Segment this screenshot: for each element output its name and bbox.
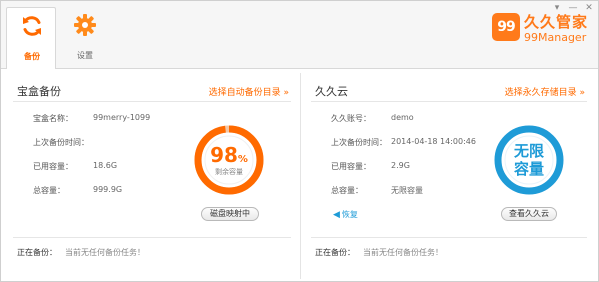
divider (13, 101, 291, 102)
panel-title: 久久云 (315, 85, 348, 98)
field-value: demo (391, 113, 414, 122)
logo-name-en: 99Manager (524, 31, 587, 44)
unlimited-capacity-gauge: 无限 容量 (493, 124, 565, 196)
field-label: 已用容量： (33, 162, 73, 171)
divider (311, 237, 587, 238)
remaining-capacity-label: 剩余容量 (215, 168, 243, 176)
field-value: 2014-04-18 14:00:46 (391, 137, 476, 146)
box-backup-panel: 宝盒备份 选择自动备份目录 » 宝盒名称： 99merry-1099 上次备份时… (9, 75, 295, 275)
percent-unit: % (237, 154, 248, 165)
unlimited-line2: 容量 (513, 160, 544, 178)
info-row-box-name: 宝盒名称： 99merry-1099 (33, 113, 203, 125)
field-value: 99merry-1099 (93, 113, 151, 122)
panel-title: 宝盒备份 (17, 85, 61, 98)
cloud-panel: 久久云 选择永久存储目录 » 久久账号： demo 上次备份时间： 2014-0… (307, 75, 591, 275)
app-logo: 99 久久管家 99Manager (492, 11, 588, 55)
info-row-account: 久久账号： demo (331, 113, 501, 125)
sync-icon (23, 16, 41, 36)
unlimited-line1: 无限 (513, 142, 544, 160)
logo-name-cn: 久久管家 (524, 13, 589, 31)
field-value: 18.6G (93, 161, 118, 170)
tab-settings[interactable]: 设置 (60, 7, 110, 63)
info-row-last-backup: 上次备份时间： 2014-04-18 14:00:46 (331, 137, 501, 149)
panel-divider (300, 73, 301, 279)
info-row-last-backup: 上次备份时间： (33, 137, 203, 149)
restore-label: 恢复 (341, 210, 358, 219)
info-row-used: 已用容量： 2.9G (331, 161, 501, 173)
tab-settings-label: 设置 (77, 51, 93, 60)
info-row-total: 总容量： 999.9G (33, 185, 203, 197)
status-label: 正在备份： (17, 248, 57, 257)
field-value: 999.9G (93, 185, 123, 194)
field-value: 无限容量 (391, 186, 423, 195)
disk-mapping-button[interactable]: 磁盘映射中 (201, 207, 259, 221)
remaining-percent-value: 98 (210, 143, 238, 167)
arrow-left-icon: ◀ (333, 210, 340, 220)
restore-link[interactable]: ◀ 恢复 (333, 209, 358, 220)
app-window: ▾ — ✕ 备份 设置 99 久久管家 99Manager 宝盒备份 选择自动备… (0, 0, 599, 282)
top-toolbar: ▾ — ✕ 备份 设置 99 久久管家 99Manager (1, 1, 598, 69)
field-label: 宝盒名称： (33, 114, 73, 123)
view-cloud-button[interactable]: 查看久久云 (501, 207, 557, 221)
backup-status: 正在备份： 当前无任何备份任务！ (17, 247, 145, 258)
status-value: 当前无任何备份任务！ (363, 248, 443, 257)
backup-status: 正在备份： 当前无任何备份任务！ (315, 247, 443, 258)
divider (13, 237, 291, 238)
field-label: 上次备份时间： (33, 138, 89, 147)
choose-permanent-storage-dir-link[interactable]: 选择永久存储目录 » (505, 85, 585, 98)
field-label: 已用容量： (331, 162, 371, 171)
status-value: 当前无任何备份任务！ (65, 248, 145, 257)
tab-backup-label: 备份 (24, 52, 40, 61)
tab-backup[interactable]: 备份 (6, 7, 56, 69)
field-label: 久久账号： (331, 114, 371, 123)
field-label: 上次备份时间： (331, 138, 387, 147)
capacity-gauge: 98% 剩余容量 (193, 124, 265, 196)
divider (311, 101, 587, 102)
field-value: 2.9G (391, 161, 410, 170)
field-label: 总容量： (33, 186, 65, 195)
choose-auto-backup-dir-link[interactable]: 选择自动备份目录 » (209, 85, 289, 98)
info-row-used: 已用容量： 18.6G (33, 161, 203, 173)
logo-badge: 99 (492, 13, 520, 41)
info-row-total: 总容量： 无限容量 (331, 185, 501, 197)
gear-icon (74, 14, 96, 36)
status-label: 正在备份： (315, 248, 355, 257)
field-label: 总容量： (331, 186, 363, 195)
unlimited-text: 无限 容量 (493, 142, 565, 178)
